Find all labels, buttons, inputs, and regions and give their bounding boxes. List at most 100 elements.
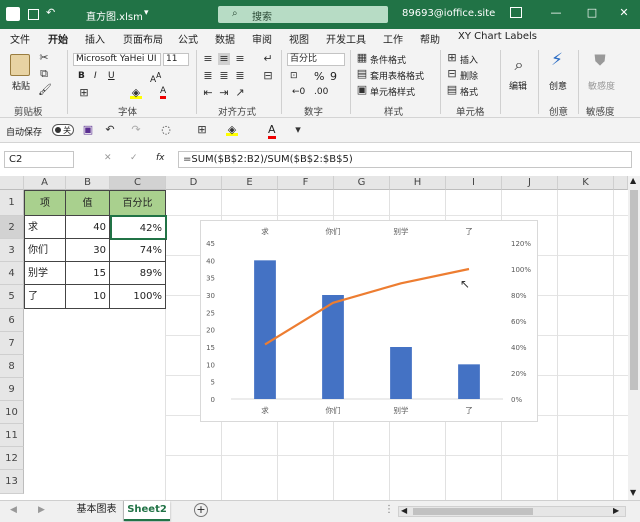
fill-color-icon[interactable]: ◈ <box>130 87 142 99</box>
header-cell-item[interactable]: 项 <box>24 190 66 216</box>
scroll-up-icon[interactable]: ▲ <box>630 176 636 185</box>
fill-color-icon[interactable]: ◈ <box>226 124 238 136</box>
cell-a4[interactable]: 别学 <box>24 262 66 285</box>
row-header-2[interactable]: 2 <box>0 216 24 239</box>
decrease-decimal-icon[interactable]: .00 <box>314 87 328 97</box>
align-top-icon[interactable]: ≡ <box>202 53 214 65</box>
ribbon-display-icon[interactable] <box>510 7 522 18</box>
row-header-13[interactable]: 13 <box>0 470 24 494</box>
sheet-tab-sheet2[interactable]: Sheet2 <box>124 501 170 521</box>
font-name-select[interactable]: Microsoft YaHei UI <box>73 53 161 66</box>
menu-developer[interactable]: 开发工具 <box>326 31 366 46</box>
decrease-indent-icon[interactable]: ⇤ <box>202 87 214 99</box>
menu-xy-chart-labels[interactable]: XY Chart Labels <box>458 31 537 42</box>
horizontal-scrollbar[interactable]: ◀ ▶ <box>398 506 626 517</box>
column-header-b[interactable]: B <box>66 176 110 190</box>
user-account[interactable]: 89693@ioffice.site <box>402 8 495 19</box>
cell-c2[interactable]: 42% <box>110 215 167 240</box>
select-all-corner[interactable] <box>0 176 24 190</box>
minimize-button[interactable]: — <box>546 6 566 19</box>
restore-button[interactable]: □ <box>582 6 602 19</box>
row-header-5[interactable]: 5 <box>0 285 24 309</box>
cancel-formula-icon[interactable]: ✕ <box>104 153 112 163</box>
column-header-a[interactable]: A <box>24 176 66 190</box>
header-cell-value[interactable]: 值 <box>66 190 110 216</box>
menu-view[interactable]: 视图 <box>289 31 309 46</box>
delete-cells-button[interactable]: 删除 <box>460 69 478 82</box>
undo-icon[interactable]: ↶ <box>104 124 116 136</box>
scroll-down-icon[interactable]: ▼ <box>630 488 636 497</box>
scroll-left-icon[interactable]: ◀ <box>401 506 407 515</box>
bold-icon[interactable]: B <box>78 71 85 81</box>
add-sheet-button[interactable]: + <box>194 503 208 517</box>
shape-icon[interactable]: ◌ <box>160 124 172 136</box>
currency-icon[interactable]: ⊡ <box>290 71 298 81</box>
cut-icon[interactable]: ✂ <box>38 52 50 64</box>
insert-cells-button[interactable]: 插入 <box>460 53 478 66</box>
cell-a5[interactable]: 了 <box>24 285 66 309</box>
cell-b3[interactable]: 30 <box>66 239 110 262</box>
row-header-10[interactable]: 10 <box>0 401 24 424</box>
menu-insert[interactable]: 插入 <box>85 31 105 46</box>
cell-a2[interactable]: 求 <box>24 216 66 239</box>
menu-work[interactable]: 工作 <box>383 31 403 46</box>
increase-indent-icon[interactable]: ⇥ <box>218 87 230 99</box>
format-painter-icon[interactable]: ⊞ <box>196 124 208 136</box>
redo-icon[interactable]: ↷ <box>130 124 142 136</box>
editing-button[interactable]: 编辑 <box>509 79 527 92</box>
menu-page-layout[interactable]: 页面布局 <box>123 31 163 46</box>
menu-review[interactable]: 审阅 <box>252 31 272 46</box>
cell-b2[interactable]: 40 <box>66 216 110 239</box>
font-color-icon[interactable]: A <box>268 123 276 139</box>
number-format-select[interactable]: 百分比 <box>287 53 345 66</box>
menu-file[interactable]: 文件 <box>10 31 30 46</box>
align-middle-icon[interactable]: ≡ <box>218 53 230 65</box>
row-header-3[interactable]: 3 <box>0 239 24 262</box>
vertical-scrollbar[interactable]: ▲ ▼ <box>628 176 640 500</box>
copy-icon[interactable]: ⧉ <box>38 68 50 80</box>
row-header-8[interactable]: 8 <box>0 355 24 378</box>
scroll-right-icon[interactable]: ▶ <box>613 506 619 515</box>
more-icon[interactable]: ⋮ <box>384 504 394 515</box>
customize-qat-icon[interactable]: ▾ <box>292 124 304 136</box>
menu-help[interactable]: 帮助 <box>420 31 440 46</box>
search-box[interactable]: ⌕ 搜索 <box>218 6 388 23</box>
paste-icon[interactable] <box>10 54 30 76</box>
cell-c3[interactable]: 74% <box>110 239 166 262</box>
confirm-formula-icon[interactable]: ✓ <box>130 153 138 163</box>
name-box[interactable]: C2 <box>4 151 74 168</box>
align-left-icon[interactable]: ≣ <box>202 70 214 82</box>
row-header-6[interactable]: 6 <box>0 309 24 332</box>
comma-icon[interactable]: 9 <box>330 70 337 83</box>
format-painter-icon[interactable]: 🖌 <box>38 84 52 96</box>
increase-decimal-icon[interactable]: ←0 <box>292 87 305 97</box>
cell-c4[interactable]: 89% <box>110 262 166 285</box>
sheet-tab-basic-chart[interactable]: 基本图表 <box>70 501 124 521</box>
conditional-format-button[interactable]: 条件格式 <box>370 53 406 66</box>
autosave-toggle[interactable]: 关 <box>52 124 74 136</box>
save-icon[interactable]: ▣ <box>82 124 94 136</box>
format-cells-button[interactable]: 格式 <box>460 85 478 98</box>
header-cell-percent[interactable]: 百分比 <box>110 190 166 216</box>
menu-data[interactable]: 数据 <box>215 31 235 46</box>
font-size-select[interactable]: 11 <box>163 53 189 66</box>
italic-icon[interactable]: I <box>94 71 97 81</box>
row-header-1[interactable]: 1 <box>0 190 24 216</box>
align-center-icon[interactable]: ≣ <box>218 70 230 82</box>
scroll-thumb[interactable] <box>630 190 638 390</box>
cell-style-button[interactable]: 单元格样式 <box>370 85 415 98</box>
row-header-7[interactable]: 7 <box>0 332 24 355</box>
column-header-c[interactable]: C <box>110 176 166 190</box>
filename-dropdown-icon[interactable]: ▾ <box>144 8 149 18</box>
hscroll-thumb[interactable] <box>413 508 533 515</box>
font-color-icon[interactable]: A <box>160 86 167 99</box>
wrap-text-icon[interactable]: ↵ <box>262 53 274 65</box>
row-header-12[interactable]: 12 <box>0 447 24 470</box>
cell-a3[interactable]: 你们 <box>24 239 66 262</box>
menu-formulas[interactable]: 公式 <box>178 31 198 46</box>
row-header-11[interactable]: 11 <box>0 424 24 447</box>
save-icon[interactable] <box>28 9 39 20</box>
prev-sheet-icon[interactable]: ◀ <box>10 505 17 515</box>
grow-font-icon[interactable]: AA <box>150 71 161 85</box>
undo-icon[interactable]: ↶ <box>46 6 55 19</box>
